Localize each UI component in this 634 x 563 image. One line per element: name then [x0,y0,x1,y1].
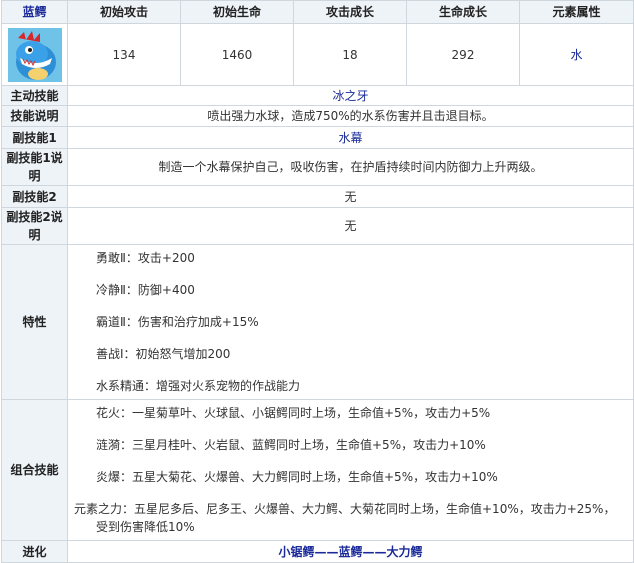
sub-skill-2-desc-value: 无 [67,207,634,245]
active-skill-value: 冰之牙 [67,85,634,106]
active-skill-label: 主动技能 [1,85,68,106]
trait-item: 冷静Ⅱ：防御+400 [96,283,195,297]
evolution-label: 进化 [1,540,68,563]
trait-item: 水系精通：增强对火系宠物的作战能力 [96,379,301,393]
hp-growth-value: 292 [406,23,520,86]
sub-skill-1-desc-label: 副技能1说明 [1,148,68,186]
trait-item: 勇敢Ⅱ：攻击+200 [96,251,195,265]
initial-attack-header: 初始攻击 [67,0,181,24]
pet-info-table: 蓝鳄 初始攻击 初始生命 攻击成长 生命成长 元素属性 134 1460 18 … [1,0,634,563]
hp-growth-header: 生命成长 [406,0,520,24]
initial-hp-header: 初始生命 [180,0,294,24]
pet-avatar-cell [1,23,68,86]
skill-desc-value: 喷出强力水球，造成750%的水系伤害并且击退目标。 [67,105,634,127]
sub-skill-2-label: 副技能2 [1,185,68,208]
sub-skill-2-desc-label: 副技能2说明 [1,207,68,245]
combo-item: 涟漪：三星月桂叶、火岩鼠、蓝鳄同时上场，生命值+5%，攻击力+10% [96,438,486,452]
attack-growth-value: 18 [293,23,407,86]
sub-skill-1-value: 水幕 [67,126,634,149]
initial-attack-value: 134 [67,23,181,86]
combo-skills-list: 花火：一星菊草叶、火球鼠、小锯鳄同时上场，生命值+5%，攻击力+5% 涟漪：三星… [67,399,634,541]
initial-hp-value: 1460 [180,23,294,86]
skill-desc-label: 技能说明 [1,105,68,127]
element-header: 元素属性 [519,0,634,24]
sub-skill-2-value: 无 [67,185,634,208]
traits-label: 特性 [1,244,68,400]
evolution-chain: 小锯鳄——蓝鳄——大力鳄 [67,540,634,563]
sub-skill-1-desc-value: 制造一个水幕保护自己，吸收伤害，在护盾持续时间内防御力上升两级。 [67,148,634,186]
croconaw-avatar-icon [7,27,62,82]
combo-item: 花火：一星菊草叶、火球鼠、小锯鳄同时上场，生命值+5%，攻击力+5% [96,406,491,420]
traits-list: 勇敢Ⅱ：攻击+200 冷静Ⅱ：防御+400 霸道Ⅱ：伤害和治疗加成+15% 善战… [67,244,634,400]
trait-item: 霸道Ⅱ：伤害和治疗加成+15% [96,315,259,329]
element-value: 水 [519,23,634,86]
sub-skill-1-label: 副技能1 [1,126,68,149]
trait-item: 善战Ⅰ：初始怒气增加200 [96,347,231,361]
pet-name-header: 蓝鳄 [1,0,68,24]
combo-skills-label: 组合技能 [1,399,68,541]
combo-item: 元素之力：五星尼多后、尼多王、火爆兽、大力鳄、大菊花同时上场，生命值+10%，攻… [74,502,616,534]
attack-growth-header: 攻击成长 [293,0,407,24]
combo-item: 炎爆：五星大菊花、火爆兽、大力鳄同时上场，生命值+5%，攻击力+10% [96,470,498,484]
